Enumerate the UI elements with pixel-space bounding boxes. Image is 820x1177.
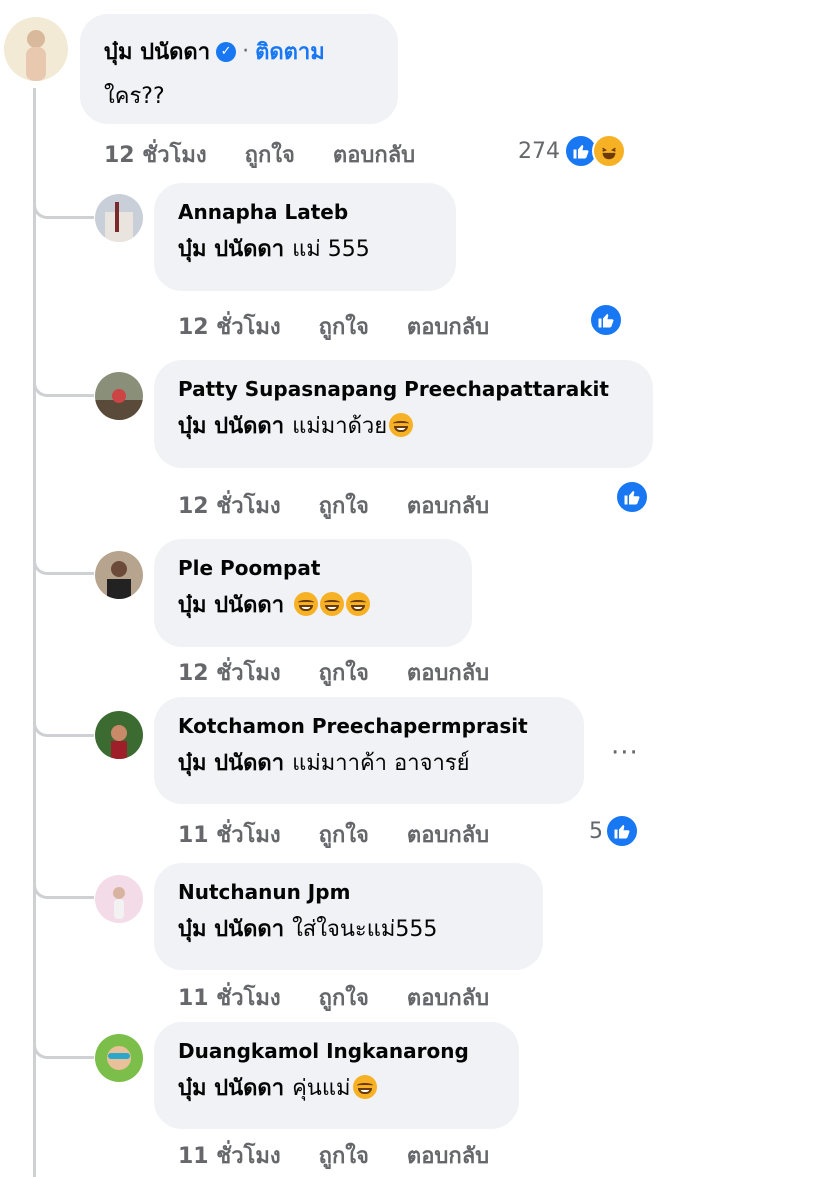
avatar[interactable] [95,372,143,420]
reply-bubble: Duangkamol Ingkanarong บุ๋ม ปนัดดา คุ่นแม… [154,1022,519,1129]
reply-actions: 11 ชั่วโมง ถูกใจ ตอบกลับ [178,1138,527,1173]
reply-actions: 12 ชั่วโมง ถูกใจ ตอบกลับ [178,309,527,344]
reply-time[interactable]: 12 ชั่วโมง [178,488,281,523]
grin-emoji-icon [346,592,371,616]
thread-branch [33,368,94,397]
mention-tag[interactable]: บุ๋ม ปนัดดา [178,414,284,439]
reply-time[interactable]: 11 ชั่วโมง [178,980,281,1015]
like-icon [589,303,623,337]
reaction-summary[interactable] [589,303,623,337]
reply-bubble: Patty Supasnapang Preechapattarakit บุ๋ม… [154,360,653,468]
verified-badge-icon: ✓ [216,41,237,62]
thread-branch [33,1030,94,1059]
reply-button[interactable]: ตอบกลับ [407,817,489,852]
thread-branch [33,708,94,737]
reply-author[interactable]: Ple Poompat [178,556,448,580]
laughing-emoji-icon [352,1075,377,1099]
reply-message: ใส่ใจนะแม่555 [292,917,438,942]
thread-branch [33,546,94,575]
reply-text: บุ๋ม ปนัดดา คุ่นแม่ [178,1070,495,1105]
reply-time[interactable]: 11 ชั่วโมง [178,817,281,852]
avatar[interactable] [95,551,143,599]
reply-bubble: Ple Poompat บุ๋ม ปนัดดา [154,539,472,647]
mention-tag[interactable]: บุ๋ม ปนัดดา [178,751,284,776]
avatar[interactable] [95,1034,143,1082]
reaction-summary[interactable]: 274 [518,134,626,168]
mention-tag[interactable]: บุ๋ม ปนัดดา [178,1076,284,1101]
reply-button[interactable]: ตอบกลับ [407,980,489,1015]
reply-actions: 11 ชั่วโมง ถูกใจ ตอบกลับ [178,980,527,1015]
grin-emoji-icon [320,592,345,616]
reaction-summary[interactable] [615,480,649,514]
reply-actions: 11 ชั่วโมง ถูกใจ ตอบกลับ [178,817,527,852]
reply-author[interactable]: Nutchanun Jpm [178,880,519,904]
reply-author[interactable]: Annapha Lateb [178,200,432,224]
like-button[interactable]: ถูกใจ [319,817,369,852]
reply-text: บุ๋ม ปนัดดา แม่ 555 [178,231,432,266]
like-button[interactable]: ถูกใจ [319,1138,369,1173]
like-button[interactable]: ถูกใจ [319,980,369,1015]
reply-message: แม่มาด้วย [292,414,388,439]
more-options-button[interactable]: ··· [611,738,639,768]
reply-button[interactable]: ตอบกลับ [407,655,489,690]
reply-text: บุ๋ม ปนัดดา [178,587,448,622]
reply-button[interactable]: ตอบกลับ [333,137,415,172]
reaction-count: 5 [589,818,603,844]
reply-author[interactable]: Patty Supasnapang Preechapattarakit [178,377,629,401]
thread-branch [33,190,94,219]
avatar[interactable] [95,875,143,923]
comment-text: ใคร?? [104,84,165,109]
reply-button[interactable]: ตอบกลับ [407,309,489,344]
like-button[interactable]: ถูกใจ [319,309,369,344]
avatar[interactable] [4,17,68,81]
follow-button[interactable]: ติดตาม [255,34,325,69]
reply-button[interactable]: ตอบกลับ [407,488,489,523]
reply-bubble: Nutchanun Jpm บุ๋ม ปนัดดา ใส่ใจนะแม่555 [154,863,543,970]
like-icon [615,480,649,514]
reply-author[interactable]: Duangkamol Ingkanarong [178,1039,495,1063]
comment-author-row: บุ๋ม ปนัดดา ✓ · ติดตาม [104,34,374,69]
reply-time[interactable]: 11 ชั่วโมง [178,1138,281,1173]
reply-message: แม่ 555 [292,237,370,262]
reply-time[interactable]: 12 ชั่วโมง [178,309,281,344]
thread-line [33,88,36,1177]
like-button[interactable]: ถูกใจ [245,137,295,172]
reaction-summary[interactable]: 5 [589,814,639,848]
mention-tag[interactable]: บุ๋ม ปนัดดา [178,917,284,942]
reply-message: คุ่นแม่ [292,1076,351,1101]
separator-dot: · [242,39,250,64]
reply-text: บุ๋ม ปนัดดา แม่มาาค้า อาจารย์ [178,745,560,780]
reply-text: บุ๋ม ปนัดดา แม่มาด้วย [178,408,629,443]
mention-tag[interactable]: บุ๋ม ปนัดดา [178,593,284,618]
like-icon [605,814,639,848]
comment-author[interactable]: บุ๋ม ปนัดดา [104,34,210,69]
rofl-emoji-icon [389,413,414,437]
reply-actions: 12 ชั่วโมง ถูกใจ ตอบกลับ [178,655,527,690]
reply-text: บุ๋ม ปนัดดา ใส่ใจนะแม่555 [178,911,519,946]
reaction-count: 274 [518,138,560,164]
reply-button[interactable]: ตอบกลับ [407,1138,489,1173]
comment-bubble: บุ๋ม ปนัดดา ✓ · ติดตาม ใคร?? [80,14,398,124]
comment-time[interactable]: 12 ชั่วโมง [104,137,207,172]
reply-actions: 12 ชั่วโมง ถูกใจ ตอบกลับ [178,488,527,523]
thread-branch [33,870,94,899]
reply-author[interactable]: Kotchamon Preechapermprasit [178,714,560,738]
reply-bubble: Annapha Lateb บุ๋ม ปนัดดา แม่ 555 [154,183,456,291]
like-button[interactable]: ถูกใจ [319,655,369,690]
reply-time[interactable]: 12 ชั่วโมง [178,655,281,690]
reply-message: แม่มาาค้า อาจารย์ [292,751,470,776]
grin-emoji-icon [294,592,319,616]
mention-tag[interactable]: บุ๋ม ปนัดดา [178,237,284,262]
haha-icon [592,134,626,168]
avatar[interactable] [95,194,143,242]
avatar[interactable] [95,711,143,759]
reply-bubble: Kotchamon Preechapermprasit บุ๋ม ปนัดดา แ… [154,697,584,804]
comment-actions: 12 ชั่วโมง ถูกใจ ตอบกลับ [104,137,453,172]
like-button[interactable]: ถูกใจ [319,488,369,523]
